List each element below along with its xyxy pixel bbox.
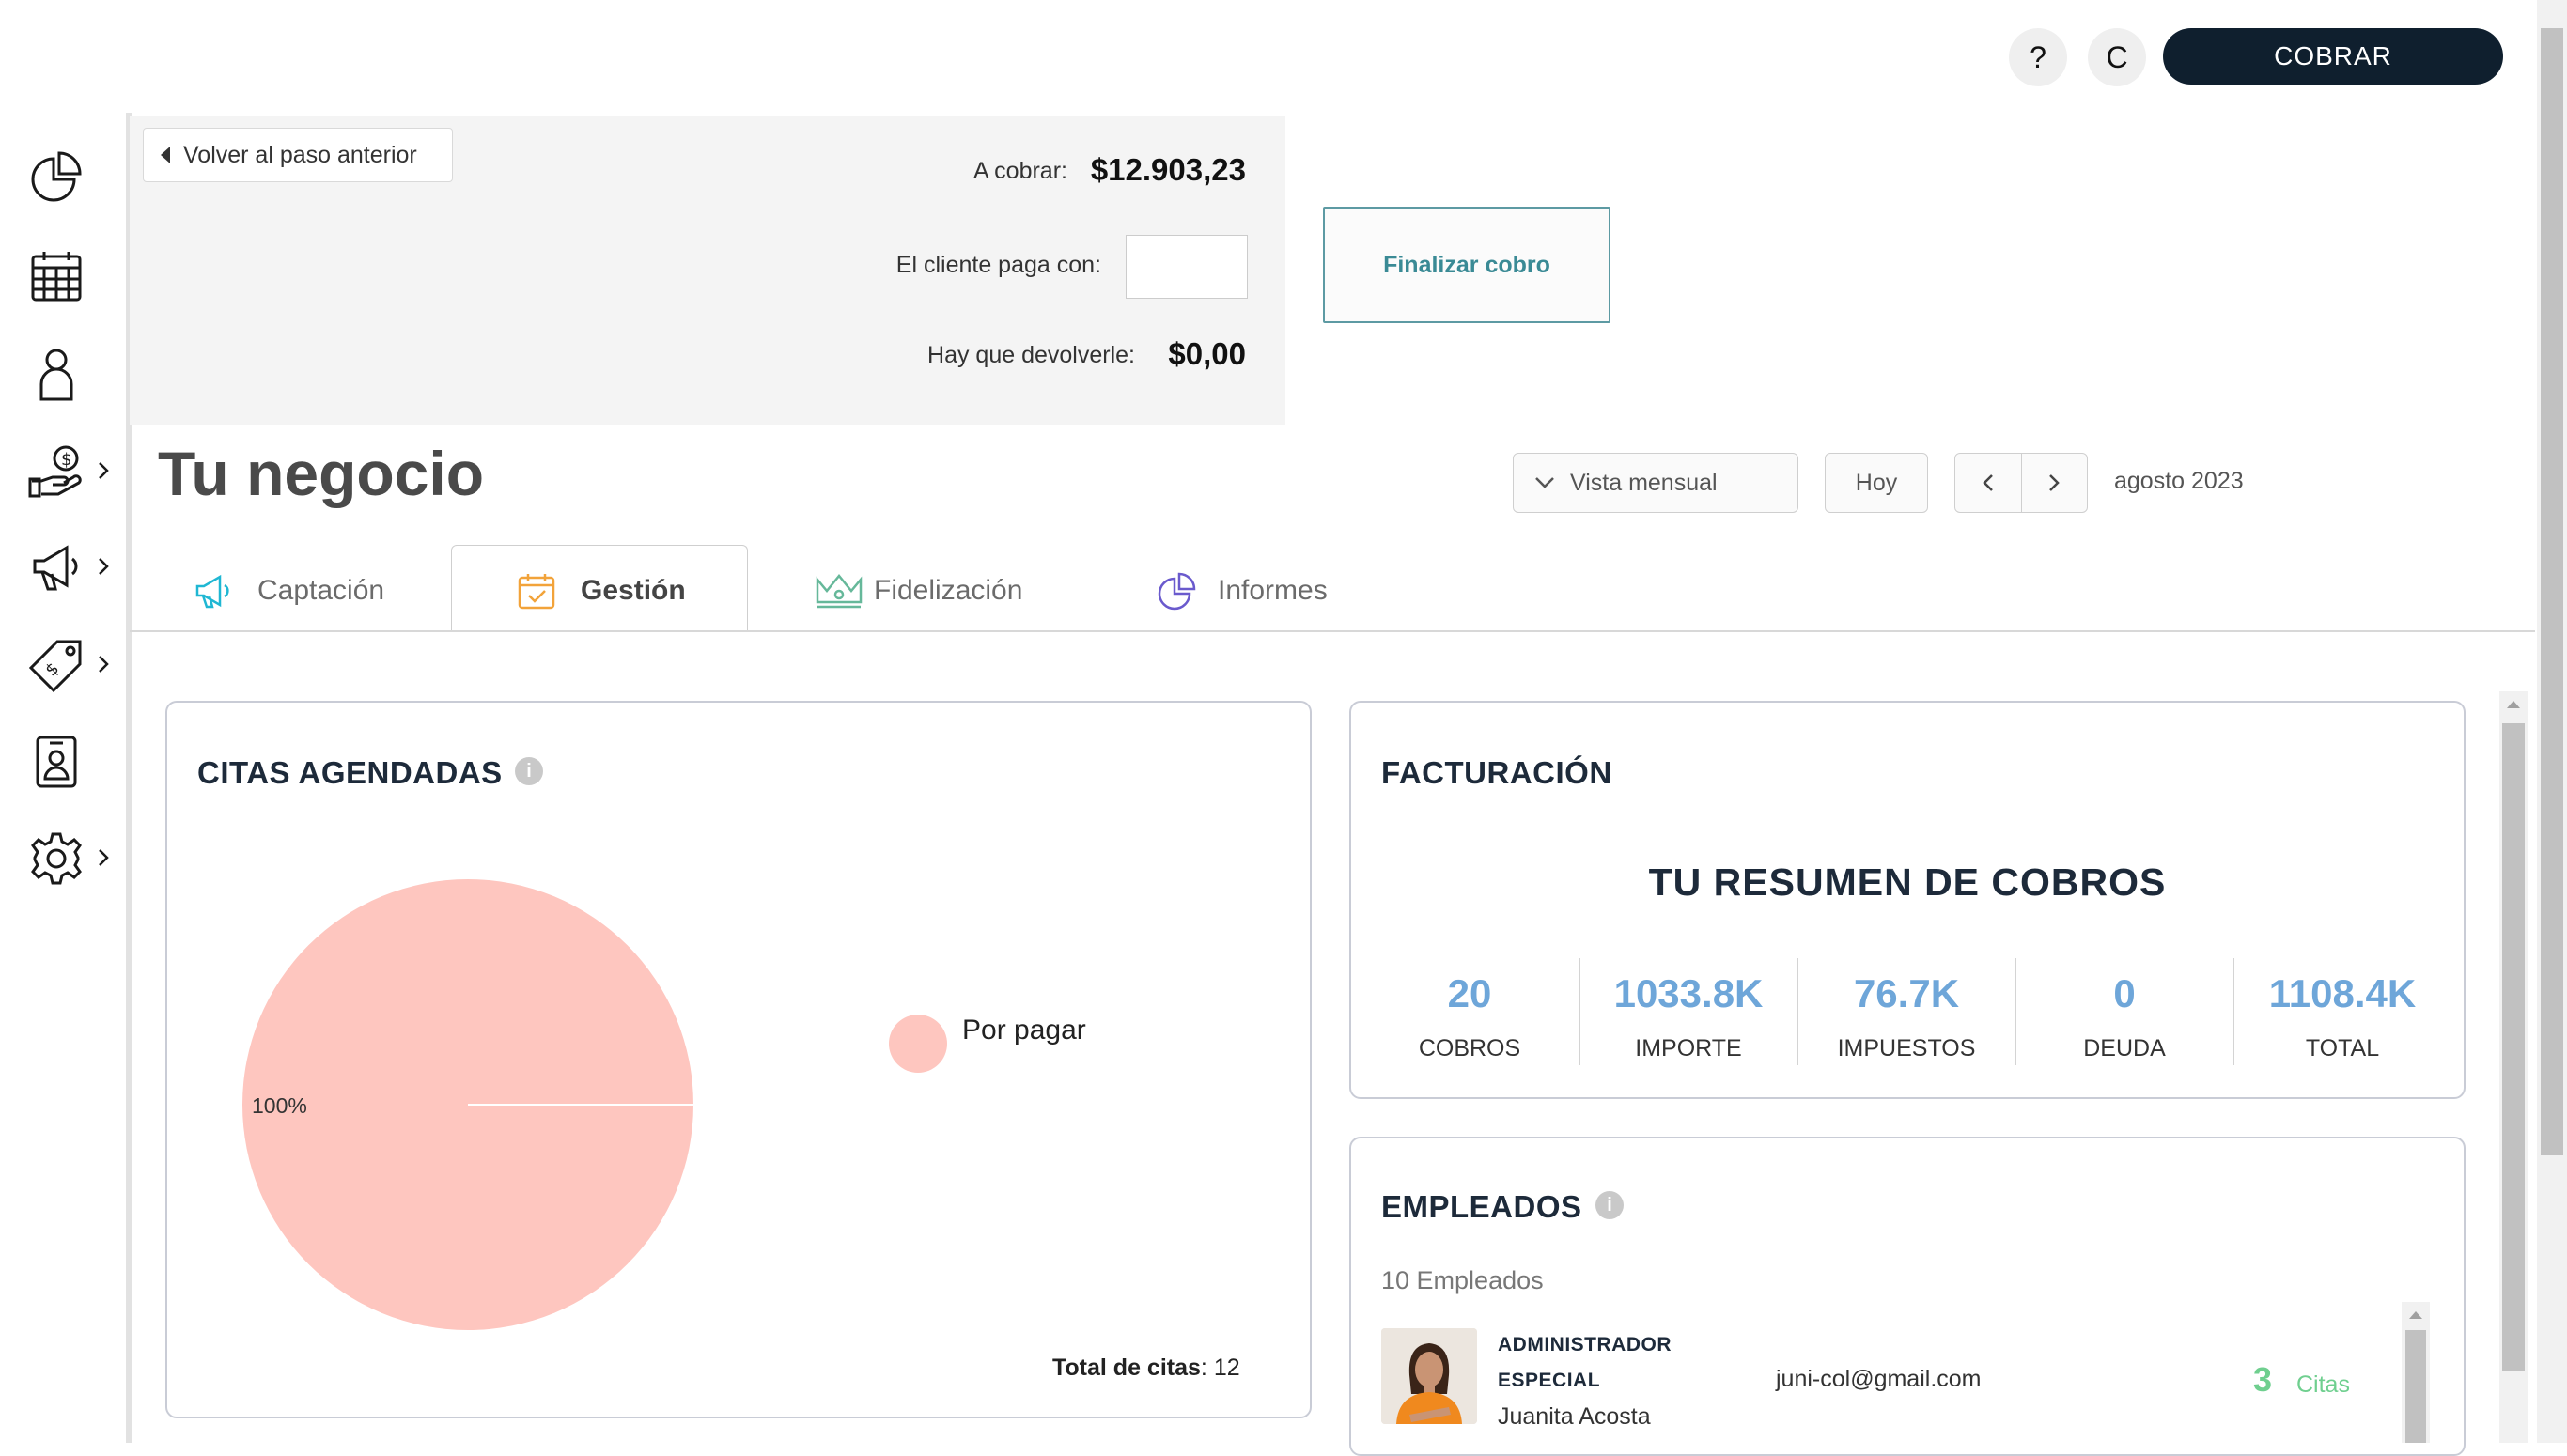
empleados-title: EMPLEADOS: [1381, 1189, 1582, 1224]
period-nav: [1954, 453, 2088, 513]
employee-role-line2: ESPECIAL: [1498, 1370, 1601, 1391]
tab-gestion[interactable]: Gestión: [517, 567, 686, 614]
stat-importe-label: IMPORTE: [1635, 1035, 1742, 1061]
today-button[interactable]: Hoy: [1825, 453, 1928, 513]
total-citas-value: : 12: [1200, 1355, 1240, 1381]
payments-chevron-right-icon[interactable]: [92, 457, 115, 485]
marketing-megaphone-icon[interactable]: [26, 537, 86, 597]
employee-name: Juanita Acosta: [1498, 1403, 1651, 1430]
total-citas-label: Total de citas: [1052, 1355, 1201, 1381]
svg-text:$: $: [61, 450, 71, 470]
total-citas: Total de citas: 12: [1052, 1355, 1240, 1382]
tab-captacion[interactable]: Captación: [194, 567, 384, 614]
view-mode-label: Vista mensual: [1570, 469, 1718, 496]
stat-total-value: 1108.4K: [2268, 971, 2417, 1015]
scroll-up-icon[interactable]: [2402, 1302, 2430, 1326]
employees-scroll-thumb[interactable]: [2405, 1330, 2426, 1443]
stat-cobros-label: COBROS: [1418, 1035, 1521, 1061]
window-scroll-thumb[interactable]: [2541, 28, 2563, 1155]
tab-label: Informes: [1218, 575, 1328, 606]
to-charge-value: $12.903,23: [1090, 152, 1246, 187]
chevron-left-icon: [1982, 474, 1993, 491]
employee-citas-count: 3: [2253, 1360, 2273, 1399]
period-label: agosto 2023: [2114, 468, 2244, 494]
citas-pie-chart: [242, 879, 693, 1330]
clients-user-icon[interactable]: [26, 344, 86, 404]
client-pays-label: El cliente paga con:: [895, 252, 1101, 278]
help-button[interactable]: ?: [2009, 28, 2067, 86]
svg-text:$: $: [41, 658, 63, 680]
employee-email: juni-col@gmail.com: [1776, 1366, 1982, 1392]
chevron-down-icon: [1535, 477, 1554, 488]
today-label: Hoy: [1855, 469, 1898, 496]
legend-label: Por pagar: [962, 1015, 1086, 1046]
window-scrollbar[interactable]: [2537, 0, 2567, 1443]
citas-info-icon[interactable]: i: [515, 757, 543, 785]
cobrar-button[interactable]: COBRAR: [2163, 28, 2503, 85]
pie-chart-icon: [1158, 572, 1196, 611]
change-label: Hay que devolverle:: [927, 342, 1135, 368]
employee-citas-label: Citas: [2296, 1371, 2350, 1398]
stat-deuda-value: 0: [2113, 971, 2136, 1015]
next-period-button[interactable]: [2022, 454, 2088, 512]
citas-title: CITAS AGENDADAS: [197, 755, 503, 790]
finalize-payment-button[interactable]: Finalizar cobro: [1323, 207, 1610, 323]
caret-left-icon: [161, 147, 170, 163]
megaphone-icon: [195, 574, 229, 609]
scroll-up-icon[interactable]: [2499, 691, 2528, 716]
dashboard-pie-icon[interactable]: [26, 147, 86, 207]
tab-label: Gestión: [581, 575, 686, 606]
page-title: Tu negocio: [158, 439, 485, 508]
change-value: $0,00: [1168, 336, 1246, 371]
employees-scrollbar[interactable]: [2402, 1302, 2430, 1443]
employee-row[interactable]: ADMINISTRADOR ESPECIAL Juanita Acosta ju…: [1381, 1328, 2396, 1443]
stat-total-label: TOTAL: [2305, 1035, 2380, 1061]
content-scroll-thumb[interactable]: [2502, 723, 2525, 1371]
top-bar: [0, 0, 2537, 113]
back-label: Volver al paso anterior: [183, 141, 417, 168]
legend-swatch: [889, 1015, 947, 1073]
client-pays-input[interactable]: [1126, 235, 1248, 299]
empleados-count: 10 Empleados: [1381, 1266, 1544, 1294]
pricing-tag-icon[interactable]: $: [26, 635, 86, 695]
cobrar-label: COBRAR: [2274, 41, 2392, 70]
view-mode-select[interactable]: Vista mensual: [1513, 453, 1798, 513]
facturacion-title: FACTURACIÓN: [1381, 755, 1612, 790]
chevron-right-icon: [2049, 474, 2061, 491]
calendar-check-icon: [518, 574, 555, 610]
staff-badge-icon[interactable]: [26, 731, 86, 791]
settings-gear-icon[interactable]: [26, 829, 86, 889]
pie-data-label: 100%: [252, 1093, 307, 1118]
tab-fidelizacion[interactable]: Fidelización: [814, 567, 1022, 614]
pricing-chevron-right-icon[interactable]: [92, 650, 115, 678]
payments-hand-coin-icon[interactable]: $: [26, 441, 86, 502]
employee-avatar: [1381, 1328, 1477, 1424]
stat-cobros-value: 20: [1447, 971, 1492, 1015]
tab-informes[interactable]: Informes: [1158, 567, 1328, 614]
user-initial: C: [2106, 39, 2128, 74]
facturacion-subtitle: TU RESUMEN DE COBROS: [1648, 860, 2167, 904]
to-charge-label: A cobrar:: [972, 158, 1067, 184]
back-button[interactable]: Volver al paso anterior: [143, 128, 453, 182]
calendar-icon[interactable]: [26, 246, 86, 306]
help-label: ?: [2030, 39, 2046, 74]
content-scrollbar[interactable]: [2499, 691, 2528, 1443]
stat-impuestos-label: IMPUESTOS: [1837, 1035, 1976, 1061]
settings-chevron-right-icon[interactable]: [92, 844, 115, 872]
employee-role-line1: ADMINISTRADOR: [1498, 1334, 1672, 1355]
stat-impuestos-value: 76.7K: [1853, 971, 1960, 1015]
tab-label: Fidelización: [874, 575, 1023, 606]
user-avatar-button[interactable]: C: [2088, 28, 2146, 86]
finalize-label: Finalizar cobro: [1383, 251, 1550, 278]
stat-deuda-label: DEUDA: [2083, 1035, 2166, 1061]
empleados-info-icon[interactable]: i: [1595, 1191, 1624, 1219]
tab-label: Captación: [257, 575, 385, 606]
prev-period-button[interactable]: [1955, 454, 2022, 512]
crown-icon: [816, 574, 863, 609]
tabs-underline: [130, 630, 2535, 632]
marketing-chevron-right-icon[interactable]: [92, 552, 115, 581]
stat-importe-value: 1033.8K: [1613, 971, 1764, 1015]
